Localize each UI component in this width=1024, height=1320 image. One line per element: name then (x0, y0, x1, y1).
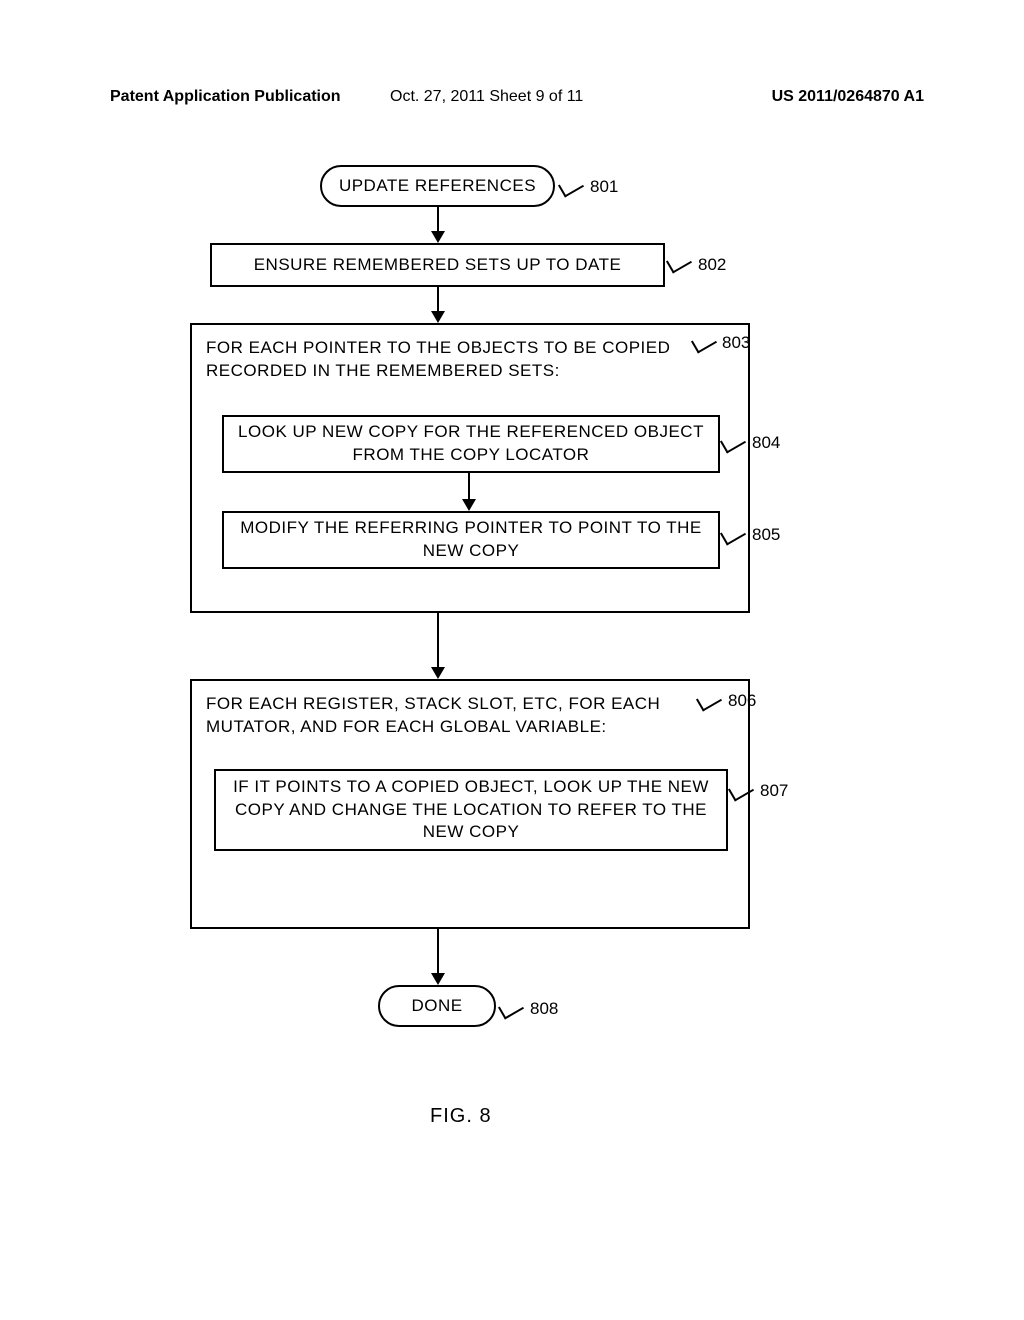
node-803-text: FOR EACH POINTER TO THE OBJECTS TO BE CO… (206, 337, 688, 383)
callout-802: 802 (698, 255, 726, 275)
node-done: DONE (378, 985, 496, 1027)
arrow-head (462, 499, 476, 511)
container-803: FOR EACH POINTER TO THE OBJECTS TO BE CO… (190, 323, 750, 613)
callout-803: 803 (722, 333, 750, 353)
node-808-text: DONE (411, 995, 462, 1018)
callout-808: 808 (530, 999, 558, 1019)
arrow-line (437, 929, 439, 975)
node-lookup-new-copy: LOOK UP NEW COPY FOR THE REFERENCED OBJE… (222, 415, 720, 473)
callout-line-801 (558, 174, 584, 197)
arrow-line (437, 207, 439, 233)
node-if-points-copied: IF IT POINTS TO A COPIED OBJECT, LOOK UP… (214, 769, 728, 851)
figure-label: FIG. 8 (430, 1105, 492, 1128)
arrow-head (431, 311, 445, 323)
header-left: Patent Application Publication (110, 88, 341, 106)
arrow-line (468, 473, 470, 501)
callout-805: 805 (752, 525, 780, 545)
page-header: Patent Application Publication Oct. 27, … (110, 88, 924, 106)
node-802-text: ENSURE REMEMBERED SETS UP TO DATE (254, 254, 622, 277)
callout-801: 801 (590, 177, 618, 197)
arrow-line (437, 613, 439, 669)
node-806-text: FOR EACH REGISTER, STACK SLOT, ETC, FOR … (206, 693, 688, 739)
node-ensure-remembered-sets: ENSURE REMEMBERED SETS UP TO DATE (210, 243, 665, 287)
arrow-head (431, 667, 445, 679)
header-right: US 2011/0264870 A1 (772, 88, 924, 106)
node-update-references: UPDATE REFERENCES (320, 165, 555, 207)
node-807-text: IF IT POINTS TO A COPIED OBJECT, LOOK UP… (228, 776, 714, 845)
callout-line-802 (666, 250, 692, 273)
arrow-head (431, 231, 445, 243)
callout-807: 807 (760, 781, 788, 801)
node-modify-pointer: MODIFY THE REFERRING POINTER TO POINT TO… (222, 511, 720, 569)
node-805-text: MODIFY THE REFERRING POINTER TO POINT TO… (236, 517, 706, 563)
arrow-head (431, 973, 445, 985)
arrow-line (437, 287, 439, 313)
header-center: Oct. 27, 2011 Sheet 9 of 11 (390, 88, 583, 106)
node-801-text: UPDATE REFERENCES (339, 175, 536, 198)
container-806: FOR EACH REGISTER, STACK SLOT, ETC, FOR … (190, 679, 750, 929)
callout-line-808 (498, 996, 524, 1019)
node-804-text: LOOK UP NEW COPY FOR THE REFERENCED OBJE… (236, 421, 706, 467)
callout-804: 804 (752, 433, 780, 453)
callout-806: 806 (728, 691, 756, 711)
